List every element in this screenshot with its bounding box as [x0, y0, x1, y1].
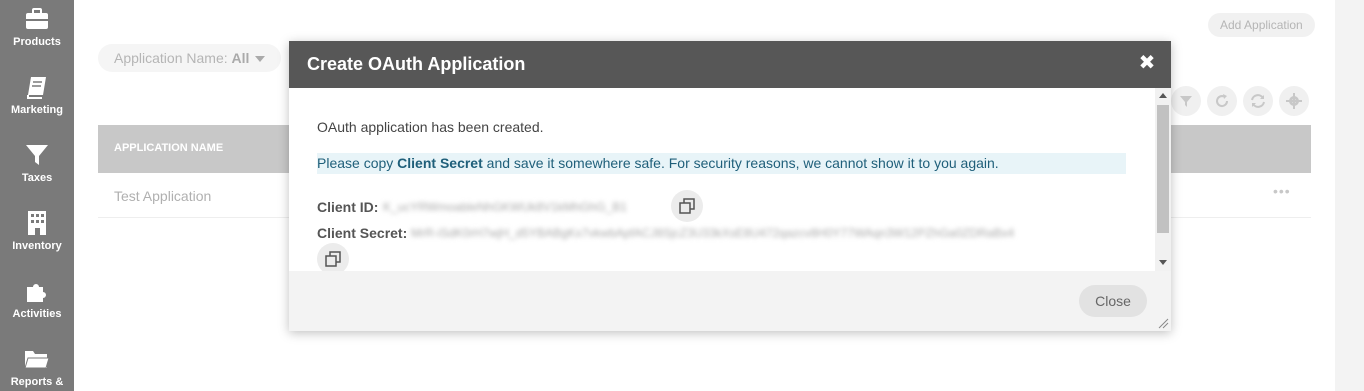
client-secret-label: Client Secret: — [317, 225, 408, 241]
copy-icon — [679, 198, 695, 214]
dialog-header: Create OAuth Application ✖ — [289, 41, 1171, 88]
settings-button[interactable] — [1279, 86, 1309, 116]
sidebar-item-label: Reports & — [10, 376, 64, 388]
refresh-icon — [1216, 94, 1229, 108]
filter-value: All — [231, 50, 250, 66]
refresh-button[interactable] — [1207, 86, 1237, 116]
scroll-down-arrow-icon[interactable] — [1159, 260, 1167, 265]
client-secret-value: MrR-iSdK0rH7wjH_d5YBABgKx7vkwbApfACJ8Sjc… — [411, 226, 1015, 240]
sidebar-item-label: Products — [13, 36, 61, 48]
sync-icon — [1251, 94, 1265, 108]
more-actions-icon[interactable]: ••• — [1273, 183, 1291, 199]
filter-button[interactable] — [1171, 86, 1201, 116]
sidebar-item-label: Inventory — [12, 240, 62, 252]
filter-icon — [1180, 96, 1192, 107]
sidebar-item-inventory[interactable]: Inventory — [0, 210, 74, 252]
copy-icon — [325, 251, 341, 267]
resize-grip-icon[interactable] — [1157, 317, 1169, 329]
sidebar-item-label: Taxes — [21, 172, 53, 184]
sidebar-item-activities[interactable]: Activities — [0, 278, 74, 320]
copy-client-secret-button[interactable] — [317, 243, 349, 271]
sidebar-item-label: Activities — [12, 308, 62, 320]
client-id-label: Client ID: — [317, 199, 379, 215]
application-name-filter[interactable]: Application Name: All — [98, 44, 282, 72]
security-notice: Please copy Client Secret and save it so… — [317, 153, 1126, 174]
book-icon — [27, 77, 46, 99]
chevron-down-icon — [255, 56, 266, 63]
copy-client-id-button[interactable] — [671, 190, 703, 222]
briefcase-icon — [26, 8, 48, 29]
dialog-body: OAuth application has been created. Plea… — [289, 88, 1155, 271]
sidebar-item-products[interactable]: Products — [0, 6, 74, 48]
close-button[interactable]: Close — [1079, 285, 1147, 317]
settings-icon — [1286, 93, 1302, 109]
building-icon — [28, 211, 46, 235]
create-oauth-dialog: Create OAuth Application ✖ OAuth applica… — [289, 41, 1171, 331]
add-application-button[interactable]: Add Application — [1208, 13, 1315, 37]
sidebar-item-reports[interactable]: Reports & — [0, 346, 74, 388]
sidebar-item-marketing[interactable]: Marketing — [0, 74, 74, 116]
scroll-thumb[interactable] — [1157, 105, 1169, 233]
sidebar: Products Marketing Taxes Inventory Activ… — [0, 0, 74, 391]
notice-text-pre: Please copy — [317, 155, 398, 171]
dialog-scrollbar[interactable] — [1155, 88, 1171, 271]
sync-button[interactable] — [1243, 86, 1273, 116]
sidebar-item-label: Marketing — [11, 104, 63, 116]
folder-icon — [24, 351, 50, 369]
filter-label: Application Name: — [114, 50, 228, 66]
close-icon[interactable]: ✖ — [1137, 53, 1157, 73]
success-message: OAuth application has been created. — [317, 119, 544, 135]
notice-text-post: and save it somewhere safe. For security… — [482, 155, 999, 171]
column-header-application-name[interactable]: APPLICATION NAME — [114, 142, 223, 154]
notice-text-bold: Client Secret — [397, 155, 483, 171]
sidebar-item-taxes[interactable]: Taxes — [0, 142, 74, 184]
client-id-value: K_ucYRWmoableNhGKWUk8V1kMhGhG_B1 — [383, 200, 627, 214]
puzzle-icon — [27, 284, 46, 302]
funnel-icon — [26, 145, 48, 165]
right-strip — [1335, 0, 1364, 391]
application-name-cell[interactable]: Test Application — [114, 188, 211, 204]
scroll-up-arrow-icon[interactable] — [1159, 93, 1167, 98]
dialog-footer: Close — [289, 271, 1171, 331]
dialog-title: Create OAuth Application — [307, 54, 526, 74]
